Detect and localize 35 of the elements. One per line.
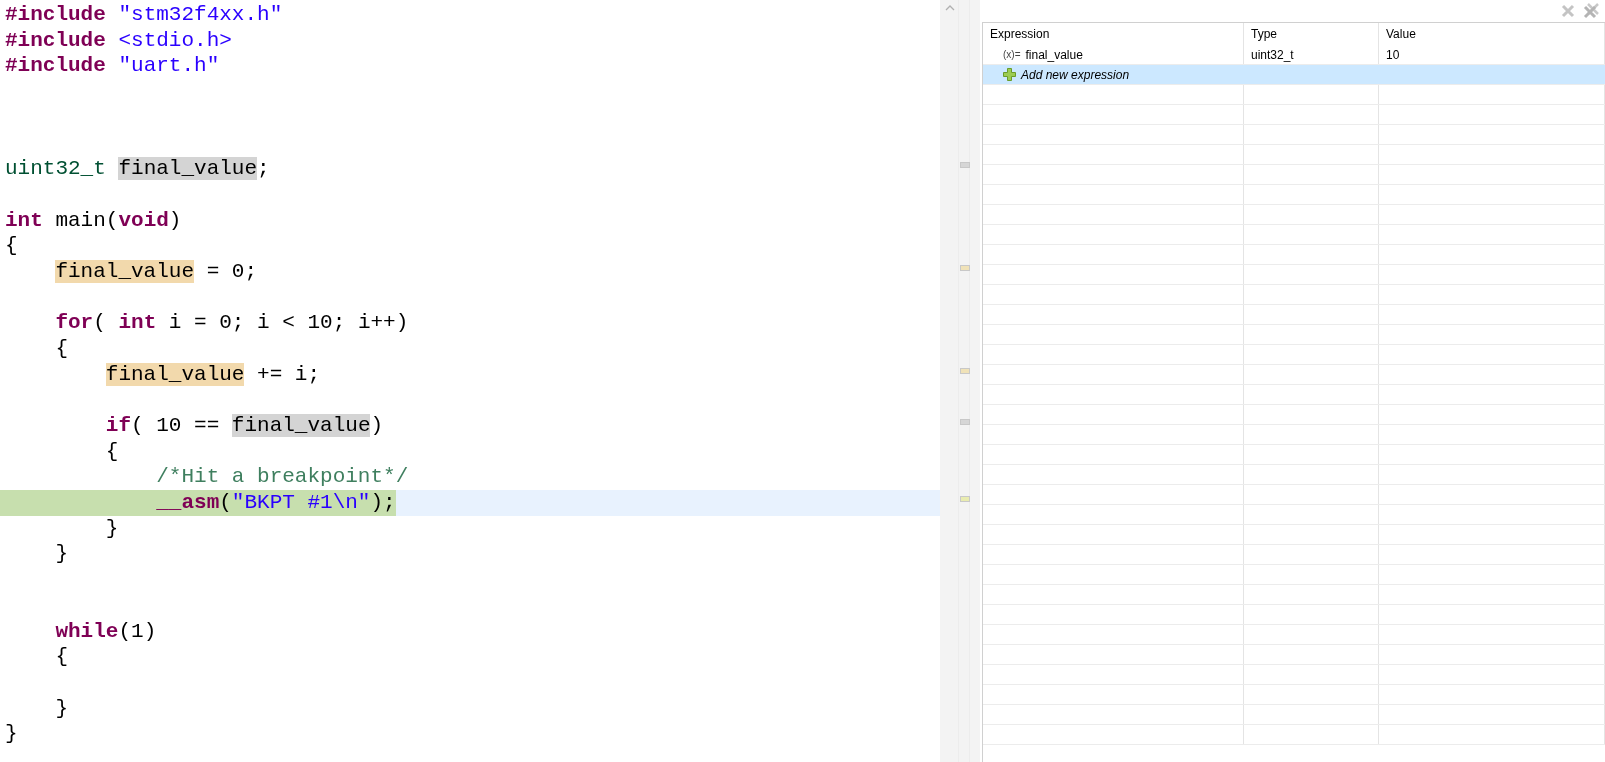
code-line: } bbox=[55, 541, 68, 568]
code-line: if( 10 == final_value) bbox=[105, 413, 384, 439]
scroll-up-icon[interactable] bbox=[945, 5, 955, 11]
code-line: /*Hit a breakpoint*/ bbox=[156, 464, 409, 491]
value-text: 10 bbox=[1386, 47, 1400, 62]
column-header[interactable]: Expression bbox=[983, 23, 1244, 45]
code-line: { bbox=[5, 233, 18, 259]
expression-name: final_value bbox=[1025, 47, 1083, 62]
code-line: #include "uart.h" bbox=[5, 53, 220, 80]
code-line: } bbox=[55, 695, 68, 722]
overview-marker[interactable] bbox=[960, 265, 970, 271]
remove-all-icon[interactable] bbox=[1583, 3, 1601, 19]
remove-icon[interactable] bbox=[1561, 4, 1575, 18]
add-expression-text[interactable]: Add new expression bbox=[1021, 67, 1130, 82]
code-line: uint32_t final_value; bbox=[5, 156, 270, 182]
overview-marker[interactable] bbox=[960, 162, 970, 169]
overview-marker[interactable] bbox=[960, 367, 970, 374]
overview-marker[interactable] bbox=[960, 496, 970, 503]
type-text: uint32_t bbox=[1251, 47, 1294, 62]
column-header[interactable]: Value bbox=[1379, 23, 1605, 45]
overview-marker[interactable] bbox=[960, 419, 970, 426]
plus-icon bbox=[1003, 68, 1016, 81]
code-line: } bbox=[5, 721, 18, 747]
column-header[interactable]: Type bbox=[1244, 23, 1379, 45]
code-line: } bbox=[105, 515, 119, 542]
variable-icon: (x)= bbox=[1003, 49, 1021, 60]
code-line: #include <stdio.h> bbox=[5, 27, 232, 54]
expression-row[interactable]: Add new expression bbox=[983, 65, 1605, 85]
code-line: { bbox=[55, 644, 68, 670]
code-line: { bbox=[55, 335, 68, 362]
code-line: for( int i = 0; i < 10; i++) bbox=[55, 310, 409, 336]
code-line: int main(void) bbox=[5, 207, 182, 234]
code-line: #include "stm32f4xx.h" bbox=[5, 2, 283, 28]
code-line: while(1) bbox=[55, 618, 157, 645]
code-line: { bbox=[105, 438, 119, 465]
